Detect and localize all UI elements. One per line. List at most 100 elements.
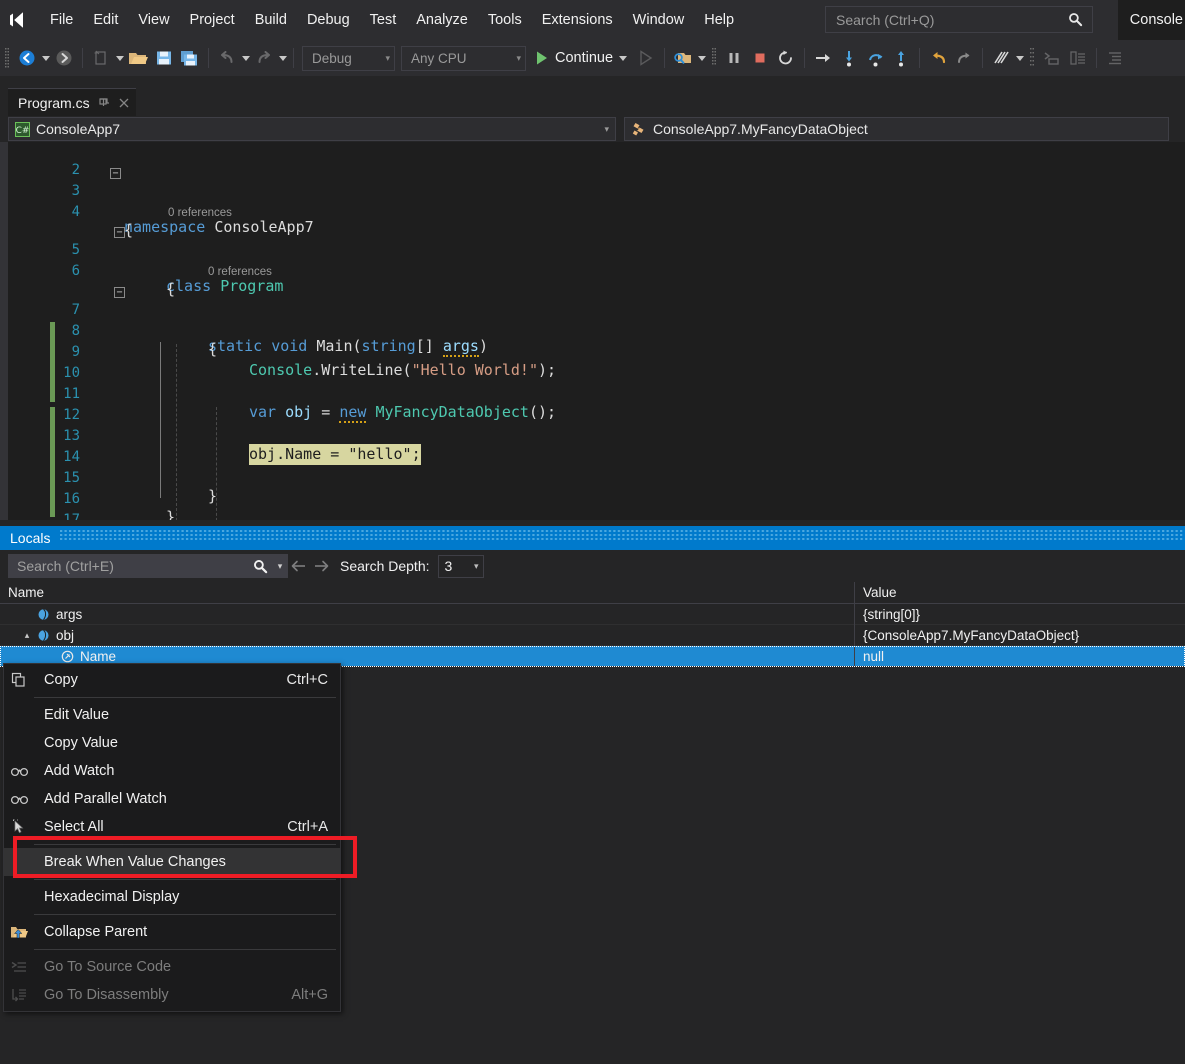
context-menu-item-add-watch[interactable]: Add Watch	[4, 757, 340, 785]
column-header-value[interactable]: Value	[855, 582, 1185, 603]
locals-row-value[interactable]: {string[0]}	[855, 604, 1185, 625]
navigate-forward-button[interactable]	[51, 43, 77, 73]
toolbar-grip[interactable]	[1025, 40, 1039, 76]
menu-item-analyze[interactable]: Analyze	[406, 7, 478, 33]
attach-dropdown-icon[interactable]	[696, 55, 707, 61]
continue-button[interactable]: Continue	[529, 43, 633, 73]
title-bar-drag-handle[interactable]	[60, 526, 1185, 550]
search-options-dropdown-icon[interactable]: ▾	[273, 555, 287, 577]
codelens-references[interactable]: 0 references	[38, 264, 1185, 281]
menu-separator	[34, 697, 336, 698]
document-tab-program-cs[interactable]: Program.cs	[8, 88, 136, 116]
context-menu-item-copy-value[interactable]: Copy Value	[4, 729, 340, 757]
menu-item-help[interactable]: Help	[694, 7, 744, 33]
restart-button[interactable]	[773, 43, 799, 73]
solution-configuration-combo[interactable]: Debug ▾	[302, 45, 395, 71]
locals-row-name: args	[56, 606, 83, 622]
collapse-outline-icon[interactable]: −	[114, 227, 125, 238]
start-without-debugging-button[interactable]	[633, 43, 659, 73]
toolbar-grip[interactable]	[0, 40, 14, 76]
toolbar-grip[interactable]	[707, 40, 721, 76]
quick-search-box[interactable]: Search (Ctrl+Q)	[825, 6, 1093, 33]
svg-text:C#: C#	[16, 126, 30, 136]
menu-item-window[interactable]: Window	[623, 7, 695, 33]
menu-item-build[interactable]: Build	[245, 7, 297, 33]
locals-row-name-cell[interactable]: args	[0, 603, 855, 625]
context-menu-item-hexadecimal-display[interactable]: Hexadecimal Display	[4, 883, 340, 911]
context-menu-item-collapse-parent[interactable]: Collapse Parent	[4, 918, 340, 946]
solution-platform-combo[interactable]: Any CPU ▾	[401, 45, 526, 71]
context-menu-item-break-when-value-changes[interactable]: Break When Value Changes	[4, 848, 340, 876]
code-line: 4 {	[38, 184, 1185, 239]
codelens-references[interactable]: 0 references	[38, 205, 1185, 222]
uncomment-selection-button[interactable]	[1065, 43, 1091, 73]
locals-row-value[interactable]: {ConsoleApp7.MyFancyDataObject}	[855, 625, 1185, 646]
arrow-left-icon[interactable]	[288, 554, 310, 578]
undo-dropdown-icon[interactable]	[240, 55, 251, 61]
table-row[interactable]: ▴ obj {ConsoleApp7.MyFancyDataObject}	[0, 624, 1185, 646]
step-out-button[interactable]	[888, 43, 914, 73]
comment-selection-button[interactable]	[1039, 43, 1065, 73]
column-header-name[interactable]: Name	[0, 582, 855, 603]
menu-item-edit[interactable]: Edit	[83, 7, 128, 33]
codelens-label: 0 references	[208, 266, 272, 278]
code-line: 8 {	[38, 303, 1185, 358]
new-item-button[interactable]	[88, 43, 114, 73]
select-all-icon	[4, 819, 34, 835]
step-over-button[interactable]	[862, 43, 888, 73]
menu-item-debug[interactable]: Debug	[297, 7, 360, 33]
local-variable-icon	[34, 629, 52, 642]
context-menu-item-copy[interactable]: Copy Ctrl+C	[4, 666, 340, 694]
step-into-button[interactable]	[836, 43, 862, 73]
attach-to-process-button[interactable]	[670, 43, 696, 73]
navigate-backward-button[interactable]	[14, 43, 40, 73]
redo-history-button[interactable]	[951, 43, 977, 73]
show-next-statement-button[interactable]	[810, 43, 836, 73]
indent-button[interactable]	[1102, 43, 1128, 73]
stop-debugging-button[interactable]	[747, 43, 773, 73]
context-menu-item-add-parallel-watch[interactable]: Add Parallel Watch	[4, 785, 340, 813]
context-menu-label: Break When Value Changes	[44, 854, 226, 870]
search-icon[interactable]	[247, 555, 273, 577]
close-icon[interactable]	[118, 97, 130, 109]
row-expander[interactable]: ▴	[20, 630, 34, 641]
locals-row-name-cell[interactable]: ▴ obj	[0, 624, 855, 646]
code-line: 7 − static void Main(string[] args)	[38, 282, 1185, 357]
menu-item-view[interactable]: View	[128, 7, 179, 33]
locals-row-value[interactable]: null	[855, 646, 1185, 667]
context-menu-item-go-to-disassembly: Go To Disassembly Alt+G	[4, 981, 340, 1009]
save-all-button[interactable]	[177, 43, 203, 73]
navigate-backward-dropdown-icon[interactable]	[40, 55, 51, 61]
hot-reload-button[interactable]	[988, 43, 1014, 73]
menu-item-test[interactable]: Test	[360, 7, 407, 33]
context-menu-label: Copy Value	[44, 735, 118, 751]
arrow-right-icon[interactable]	[310, 554, 332, 578]
break-all-button[interactable]	[721, 43, 747, 73]
save-button[interactable]	[151, 43, 177, 73]
undo-button[interactable]	[214, 43, 240, 73]
new-item-dropdown-icon[interactable]	[114, 55, 125, 61]
menu-item-tools[interactable]: Tools	[478, 7, 532, 33]
search-depth-combo[interactable]: 3 ▾	[437, 554, 484, 578]
pin-icon[interactable]	[98, 97, 110, 109]
redo-button[interactable]	[251, 43, 277, 73]
locals-context-menu[interactable]: Copy Ctrl+C Edit Value Copy Value Add Wa…	[3, 663, 341, 1012]
locals-window-title-bar[interactable]: Locals	[0, 526, 1185, 550]
context-menu-item-edit-value[interactable]: Edit Value	[4, 701, 340, 729]
menu-item-project[interactable]: Project	[180, 7, 245, 33]
open-file-button[interactable]	[125, 43, 151, 73]
code-editor[interactable]: 2 3 − namespace ConsoleApp7 4 { 0 refere…	[0, 142, 1185, 520]
undo-history-button[interactable]	[925, 43, 951, 73]
menu-item-file[interactable]: File	[40, 7, 83, 33]
collapse-outline-icon[interactable]: −	[114, 287, 125, 298]
menu-item-extensions[interactable]: Extensions	[532, 7, 623, 33]
navbar-project-dropdown[interactable]: C# ConsoleApp7 ▾	[8, 117, 616, 141]
redo-dropdown-icon[interactable]	[277, 55, 288, 61]
locals-search-box[interactable]: Search (Ctrl+E) ▾	[8, 554, 288, 578]
table-row[interactable]: args {string[0]}	[0, 603, 1185, 625]
collapse-outline-icon[interactable]: −	[110, 168, 121, 179]
navbar-type-dropdown[interactable]: ConsoleApp7.MyFancyDataObject	[624, 117, 1169, 141]
context-menu-item-select-all[interactable]: Select All Ctrl+A	[4, 813, 340, 841]
hot-reload-dropdown-icon[interactable]	[1014, 55, 1025, 61]
breakpoint-margin[interactable]	[8, 142, 38, 520]
